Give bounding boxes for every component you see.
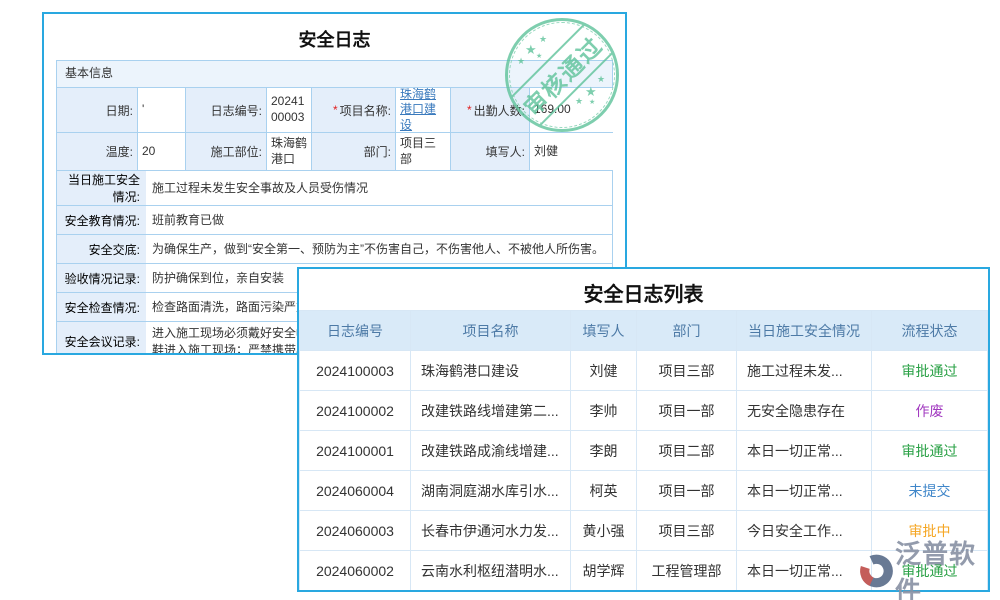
- writer-link[interactable]: 黄小强: [571, 511, 637, 551]
- safety-inspection-label: 安全检查情况:: [57, 293, 146, 321]
- status-badge: 审批通过: [872, 351, 988, 391]
- table-row[interactable]: 2024060002 云南水利枢纽潜明水... 胡学辉 工程管理部 本日一切正常…: [300, 551, 988, 591]
- safety-education-label: 安全教育情况:: [57, 206, 146, 234]
- department-cell: 项目三部: [637, 511, 737, 551]
- col-header-project[interactable]: 项目名称: [411, 311, 571, 351]
- writer-link[interactable]: 李帅: [571, 391, 637, 431]
- construction-part-label: 施工部位:: [186, 132, 267, 170]
- form-title: 安全日志: [44, 14, 625, 60]
- daily-safety-value: 施工过程未发生安全事故及人员受伤情况: [146, 171, 612, 205]
- department-cell: 项目二部: [637, 431, 737, 471]
- safety-briefing-value: 为确保生产，做到“安全第一、预防为主”不伤害自己，不伤害他人、不被他人所伤害。: [146, 235, 612, 263]
- project-link[interactable]: 长春市伊通河水力发...: [411, 511, 571, 551]
- safety-log-table: 日志编号 项目名称 填写人 部门 当日施工安全情况 流程状态 202410000…: [299, 310, 988, 591]
- temperature-label: 温度:: [57, 132, 138, 170]
- daily-safety-cell: 无安全隐患存在: [737, 391, 872, 431]
- department-cell: 项目一部: [637, 471, 737, 511]
- status-badge: 审批中: [872, 511, 988, 551]
- department-cell: 工程管理部: [637, 551, 737, 591]
- daily-safety-cell: 施工过程未发...: [737, 351, 872, 391]
- log-number-label: 日志编号:: [186, 88, 267, 132]
- department-cell: 项目三部: [637, 351, 737, 391]
- writer-link[interactable]: 刘健: [571, 351, 637, 391]
- safety-meeting-label: 安全会议记录:: [57, 322, 146, 355]
- required-asterisk: *: [333, 103, 338, 117]
- log-number-link[interactable]: 2024100001: [300, 431, 411, 471]
- safety-education-value: 班前教育已做: [146, 206, 612, 234]
- daily-safety-label: 当日施工安全情况:: [57, 171, 146, 205]
- status-badge: 未提交: [872, 471, 988, 511]
- project-name-value[interactable]: 珠海鹤港口建设: [396, 88, 451, 132]
- log-number-link[interactable]: 2024100003: [300, 351, 411, 391]
- col-header-department[interactable]: 部门: [637, 311, 737, 351]
- col-header-log-number[interactable]: 日志编号: [300, 311, 411, 351]
- col-header-status[interactable]: 流程状态: [872, 311, 988, 351]
- construction-part-value: 珠海鹤港口: [267, 132, 312, 170]
- writer-link[interactable]: 李朗: [571, 431, 637, 471]
- section-header-basic-info: 基本信息: [57, 61, 612, 87]
- project-link[interactable]: 珠海鹤港口建设: [400, 88, 446, 132]
- table-header-row: 日志编号 项目名称 填写人 部门 当日施工安全情况 流程状态: [300, 311, 988, 351]
- safety-log-list-panel: 安全日志列表 日志编号 项目名称 填写人 部门 当日施工安全情况 流程状态 20…: [297, 267, 990, 592]
- log-number-link[interactable]: 2024060003: [300, 511, 411, 551]
- date-label: 日期:: [57, 88, 138, 132]
- col-header-daily-safety[interactable]: 当日施工安全情况: [737, 311, 872, 351]
- table-row[interactable]: 2024100001 改建铁路成渝线增建... 李朗 项目二部 本日一切正常..…: [300, 431, 988, 471]
- status-badge: 审批通过: [872, 431, 988, 471]
- safety-briefing-label: 安全交底:: [57, 235, 146, 263]
- writer-link[interactable]: 胡学辉: [571, 551, 637, 591]
- log-number-link[interactable]: 2024100002: [300, 391, 411, 431]
- row-safety-education: 安全教育情况: 班前教育已做: [57, 205, 612, 234]
- department-label: 部门:: [312, 132, 396, 170]
- department-cell: 项目一部: [637, 391, 737, 431]
- table-row[interactable]: 2024100002 改建铁路线增建第二... 李帅 项目一部 无安全隐患存在 …: [300, 391, 988, 431]
- temperature-value: 20: [138, 132, 186, 170]
- date-field[interactable]: ': [138, 88, 186, 132]
- project-link[interactable]: 珠海鹤港口建设: [411, 351, 571, 391]
- attendance-label: *出勤人数:: [451, 88, 530, 132]
- project-name-label: *项目名称:: [312, 88, 396, 132]
- daily-safety-cell: 本日一切正常...: [737, 551, 872, 591]
- list-title: 安全日志列表: [299, 269, 988, 310]
- col-header-writer[interactable]: 填写人: [571, 311, 637, 351]
- status-badge: 审批通过: [872, 551, 988, 591]
- basic-info-grid: 日期: ' 日志编号: 2024100003 *项目名称: 珠海鹤港口建设 *出…: [57, 87, 612, 170]
- required-asterisk: *: [467, 103, 472, 117]
- log-number-value: 2024100003: [267, 88, 312, 132]
- writer-label: 填写人:: [451, 132, 530, 170]
- table-row[interactable]: 2024060004 湖南洞庭湖水库引水... 柯英 项目一部 本日一切正常..…: [300, 471, 988, 511]
- daily-safety-cell: 今日安全工作...: [737, 511, 872, 551]
- project-link[interactable]: 改建铁路线增建第二...: [411, 391, 571, 431]
- row-daily-safety: 当日施工安全情况: 施工过程未发生安全事故及人员受伤情况: [57, 170, 612, 205]
- log-number-link[interactable]: 2024060002: [300, 551, 411, 591]
- writer-value: 刘健: [530, 132, 613, 170]
- log-number-link[interactable]: 2024060004: [300, 471, 411, 511]
- department-value: 项目三部: [396, 132, 451, 170]
- writer-link[interactable]: 柯英: [571, 471, 637, 511]
- daily-safety-cell: 本日一切正常...: [737, 471, 872, 511]
- project-link[interactable]: 云南水利枢纽潜明水...: [411, 551, 571, 591]
- daily-safety-cell: 本日一切正常...: [737, 431, 872, 471]
- acceptance-record-label: 验收情况记录:: [57, 264, 146, 292]
- table-row[interactable]: 2024060003 长春市伊通河水力发... 黄小强 项目三部 今日安全工作.…: [300, 511, 988, 551]
- attendance-value: 169.00: [530, 88, 613, 132]
- project-link[interactable]: 湖南洞庭湖水库引水...: [411, 471, 571, 511]
- project-link[interactable]: 改建铁路成渝线增建...: [411, 431, 571, 471]
- table-row[interactable]: 2024100003 珠海鹤港口建设 刘健 项目三部 施工过程未发... 审批通…: [300, 351, 988, 391]
- status-badge: 作废: [872, 391, 988, 431]
- row-safety-briefing: 安全交底: 为确保生产，做到“安全第一、预防为主”不伤害自己，不伤害他人、不被他…: [57, 234, 612, 263]
